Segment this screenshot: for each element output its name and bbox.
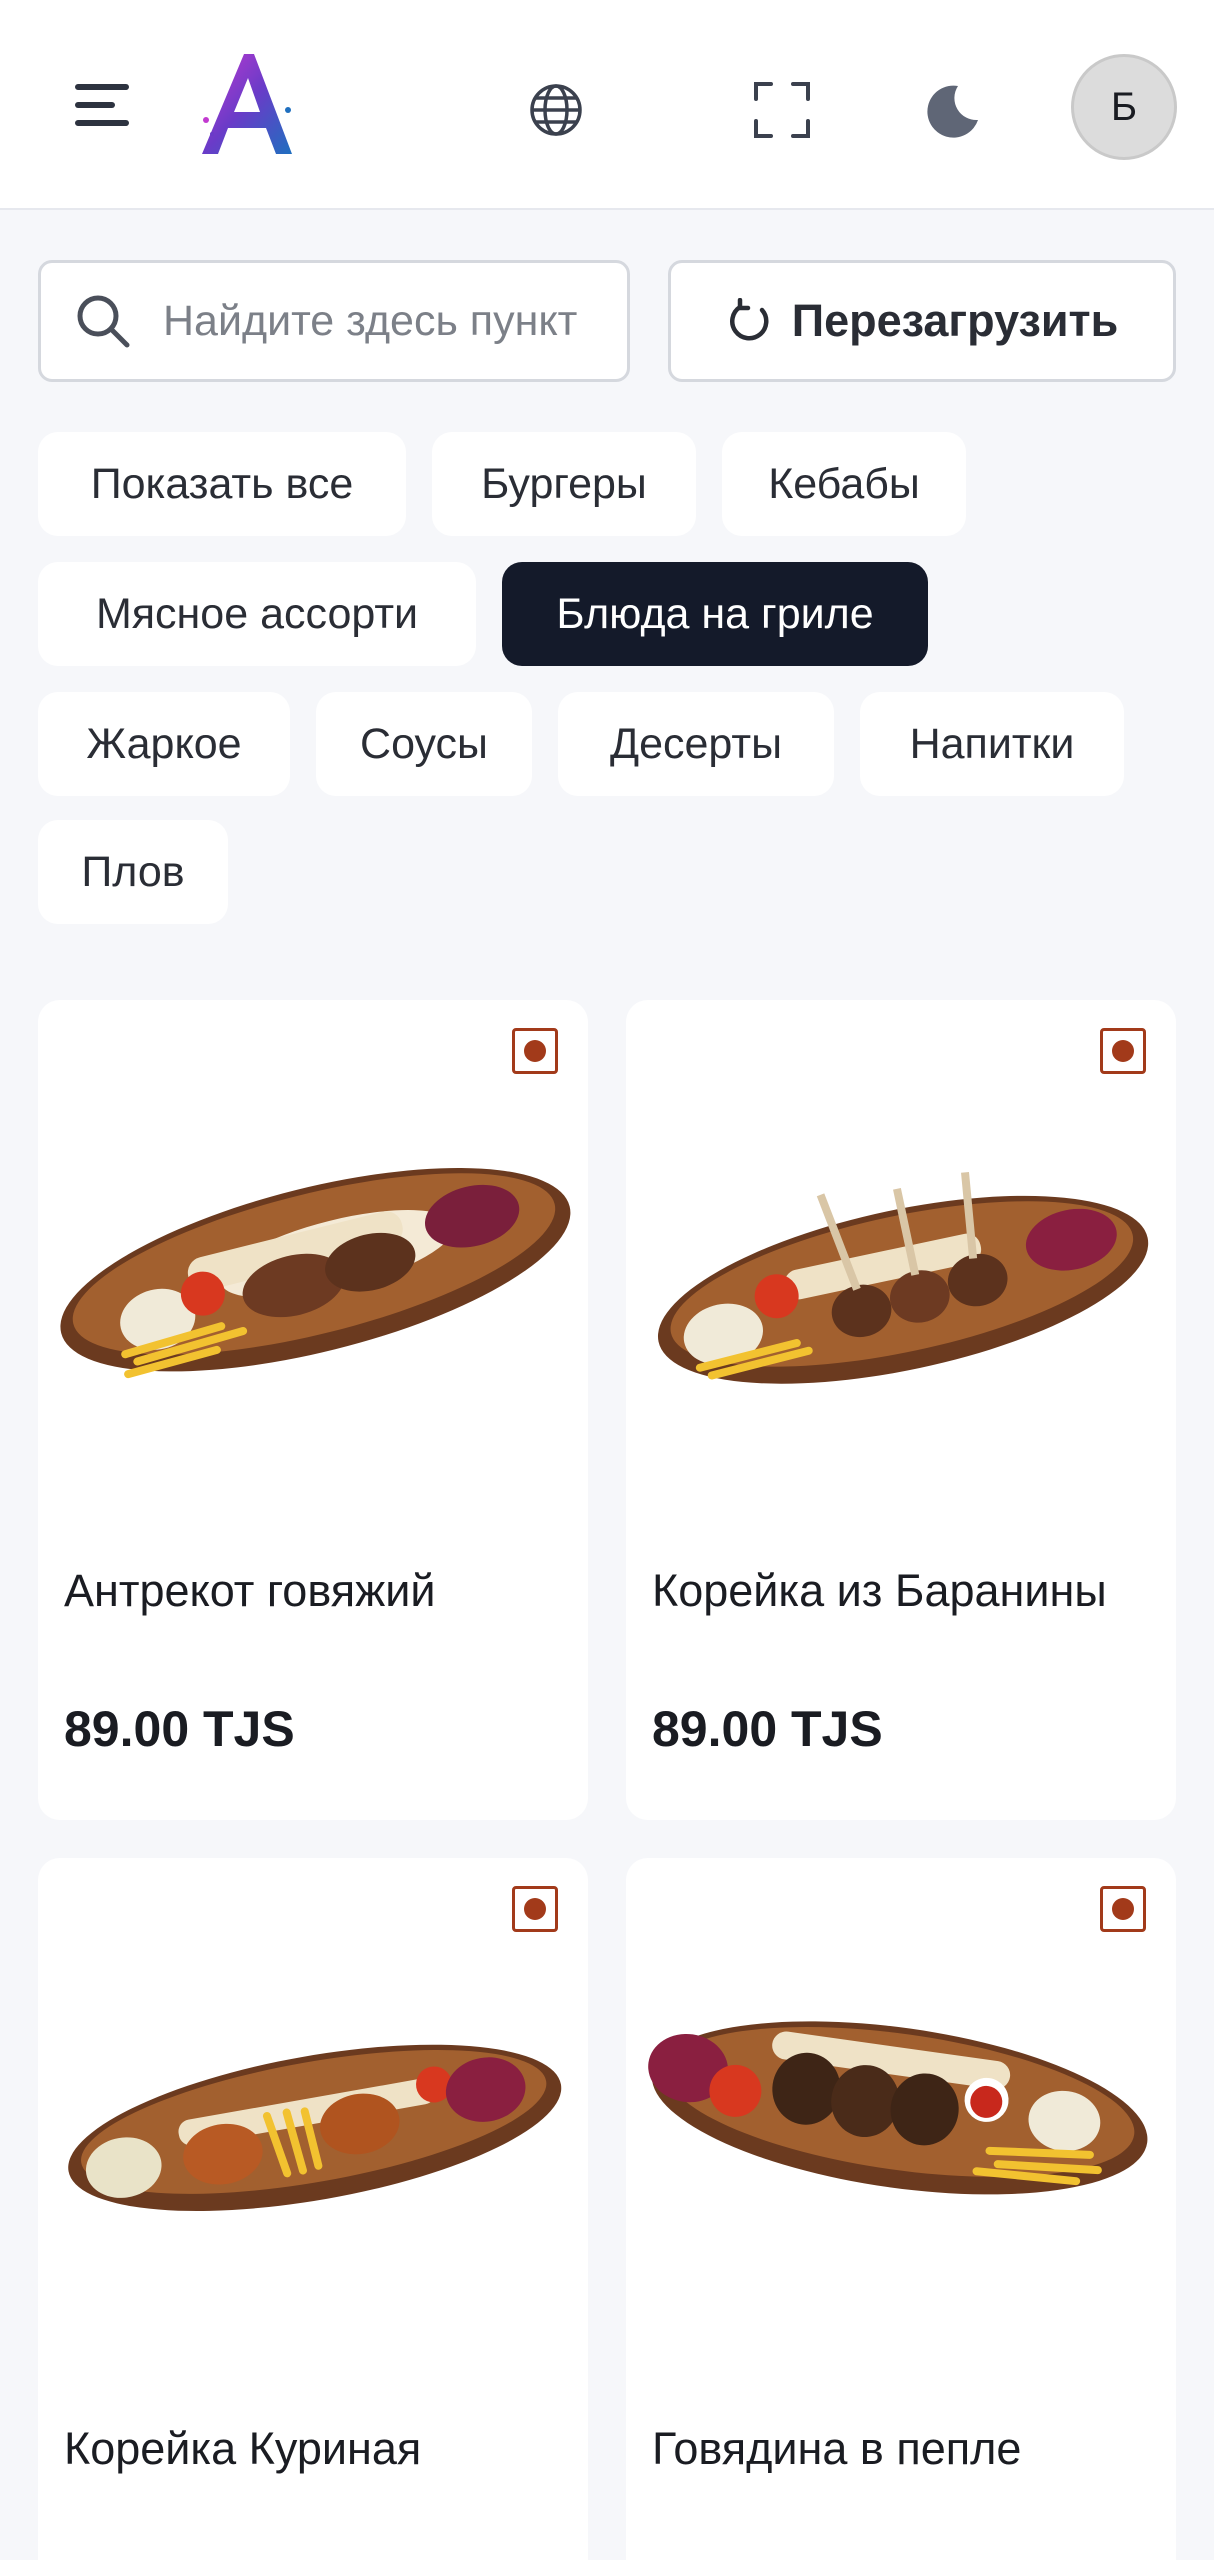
product-price: 89.00 TJS — [652, 1701, 883, 1757]
diet-badge-icon — [1100, 1028, 1146, 1074]
product-image — [648, 2021, 1148, 2195]
product-name: Корейка Куриная — [64, 2423, 422, 2474]
globe-icon — [530, 84, 582, 136]
category-desserts[interactable]: Десерты — [558, 692, 834, 796]
category-label: Десерты — [609, 719, 783, 768]
product-name: Говядина в пепле — [652, 2423, 1022, 2474]
category-label: Кебабы — [768, 459, 920, 508]
fullscreen-button[interactable] — [740, 68, 824, 152]
category-sauces[interactable]: Соусы — [316, 692, 532, 796]
category-label: Бургеры — [481, 459, 647, 508]
theme-toggle[interactable] — [910, 70, 994, 150]
category-label: Соусы — [360, 719, 488, 768]
product-card[interactable]: Говядина в пепле — [626, 1858, 1176, 2560]
category-label: Напитки — [909, 719, 1075, 768]
product-image — [657, 1171, 1149, 1384]
product-card[interactable]: Антрекот говяжий 89.00 TJS — [38, 1000, 588, 1820]
top-bar: Б — [0, 0, 1214, 210]
product-name: Корейка из Баранины — [652, 1565, 1107, 1616]
search-box — [38, 260, 630, 382]
category-label: Показать все — [90, 459, 354, 508]
product-image — [60, 1167, 571, 1379]
category-plov[interactable]: Плов — [38, 820, 228, 924]
category-label: Мясное ассорти — [95, 589, 419, 638]
category-drinks[interactable]: Напитки — [860, 692, 1124, 796]
diet-badge-icon — [1100, 1886, 1146, 1932]
logo[interactable] — [192, 50, 298, 158]
product-card[interactable]: Корейка из Баранины 89.00 TJS — [626, 1000, 1176, 1820]
product-price: 89.00 TJS — [64, 1701, 295, 1757]
search-input[interactable] — [163, 296, 603, 346]
menu-icon — [75, 84, 129, 126]
category-label: Жаркое — [86, 719, 242, 768]
category-meat-platter[interactable]: Мясное ассорти — [38, 562, 476, 666]
avatar[interactable]: Б — [1071, 54, 1177, 160]
category-burgers[interactable]: Бургеры — [432, 432, 696, 536]
avatar-letter: Б — [1110, 84, 1138, 129]
category-kebabs[interactable]: Кебабы — [722, 432, 966, 536]
reload-button[interactable]: Перезагрузить — [668, 260, 1176, 382]
category-label: Плов — [81, 847, 185, 896]
product-image — [68, 2044, 562, 2211]
category-roast[interactable]: Жаркое — [38, 692, 290, 796]
refresh-icon — [729, 298, 769, 341]
language-button[interactable] — [516, 70, 596, 150]
reload-label: Перезагрузить — [791, 295, 1119, 346]
category-grill-dishes[interactable]: Блюда на гриле — [502, 562, 928, 666]
category-show-all[interactable]: Показать все — [38, 432, 406, 536]
search-icon — [77, 295, 130, 348]
menu-button[interactable] — [60, 70, 146, 140]
diet-badge-icon — [512, 1886, 558, 1932]
product-name: Антрекот говяжий — [64, 1565, 436, 1616]
category-label: Блюда на гриле — [556, 589, 874, 638]
diet-badge-icon — [512, 1028, 558, 1074]
product-card[interactable]: Корейка Куриная — [38, 1858, 588, 2560]
fullscreen-icon — [754, 82, 810, 138]
moon-icon — [927, 85, 978, 138]
